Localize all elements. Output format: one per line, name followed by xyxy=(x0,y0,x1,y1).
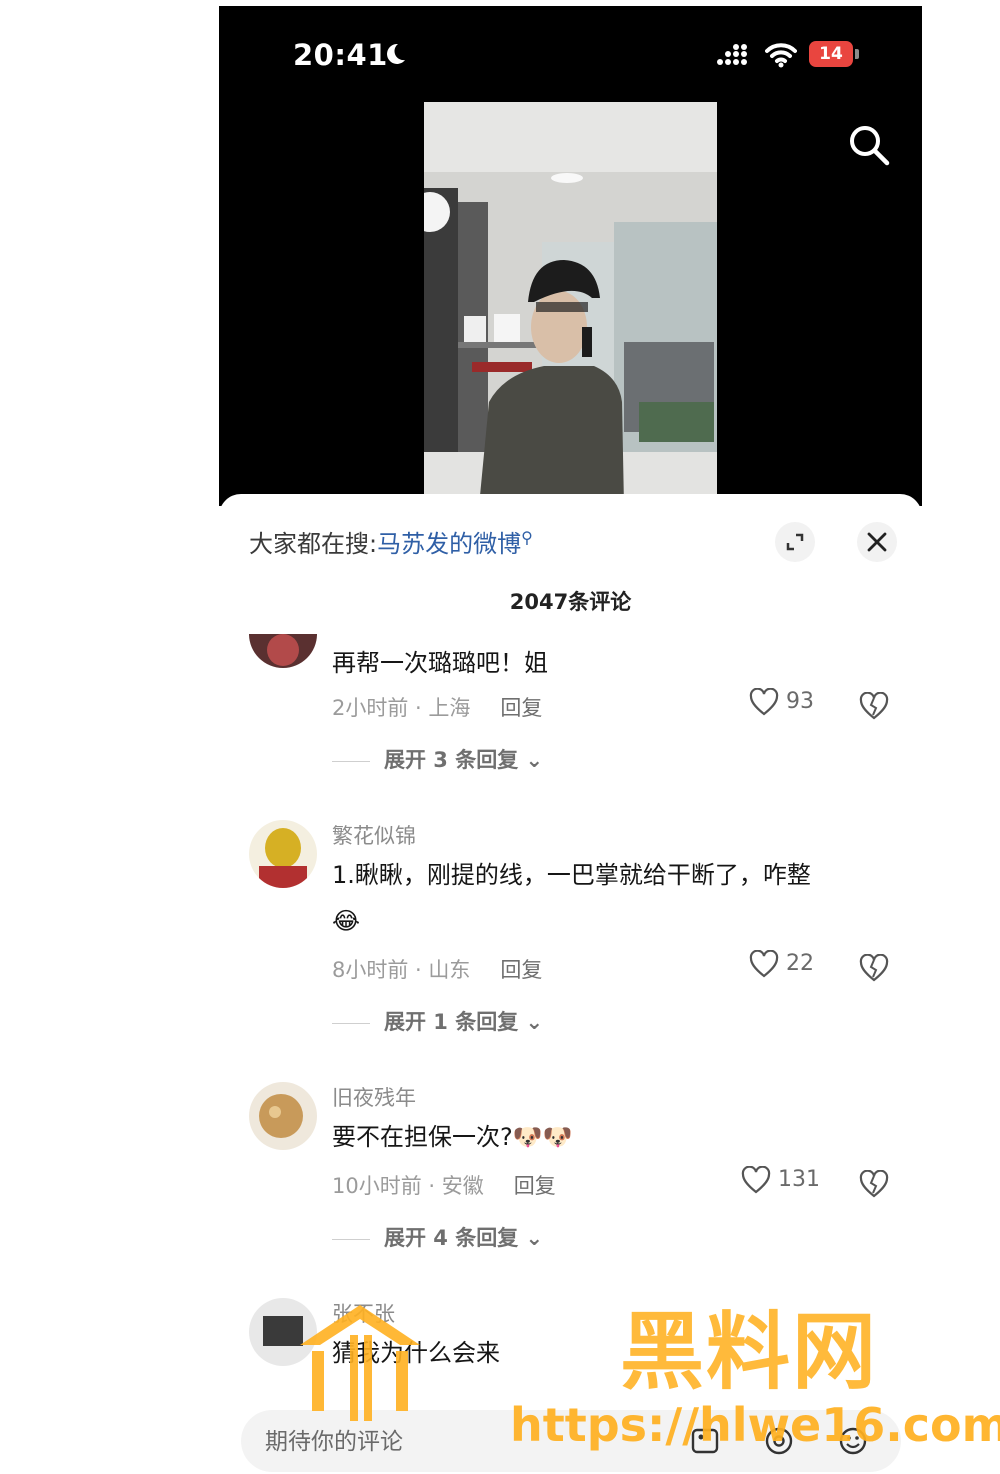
heart-icon xyxy=(749,949,779,978)
dog-emoji: 🐶🐶 xyxy=(512,1123,573,1151)
comment-text-body: 1.瞅瞅，刚提的线，一巴掌就给干断了，咋整 xyxy=(332,861,811,889)
video-player[interactable]: 20:41 14 xyxy=(219,6,922,506)
reply-button[interactable]: 回复 xyxy=(500,696,542,720)
expand-replies-label: 展开 3 条回复 xyxy=(384,748,519,772)
avatar-image xyxy=(249,634,317,668)
avatar-image xyxy=(249,820,317,888)
status-time: 20:41 xyxy=(293,38,388,72)
moon-icon xyxy=(387,43,405,64)
like-button[interactable]: 22 xyxy=(749,949,814,978)
expand-replies-label: 展开 4 条回复 xyxy=(384,1226,519,1250)
avatar[interactable] xyxy=(249,1082,317,1150)
expand-replies-button[interactable]: 展开 3 条回复 ⌄ xyxy=(332,744,543,774)
comment-username[interactable]: 旧夜残年 xyxy=(332,1082,416,1112)
comment-time-location: 10小时前 · 安徽 xyxy=(332,1174,484,1198)
reply-button[interactable]: 回复 xyxy=(514,1174,556,1198)
comment-count: 2047条评论 xyxy=(509,590,632,614)
search-small-icon: ⚲ xyxy=(521,528,533,547)
battery-level: 14 xyxy=(819,44,843,64)
dislike-broken-heart-icon[interactable] xyxy=(859,954,889,982)
heart-icon xyxy=(741,1165,771,1194)
comment-time-location: 2小时前 · 上海 xyxy=(332,696,471,720)
video-still-image xyxy=(424,102,717,506)
close-sheet-button[interactable] xyxy=(857,522,897,562)
video-frame[interactable] xyxy=(424,102,717,506)
dislike-broken-heart-icon[interactable] xyxy=(859,1170,889,1198)
divider-line xyxy=(332,760,370,762)
expand-sheet-button[interactable] xyxy=(775,522,815,562)
dislike-broken-heart-icon[interactable] xyxy=(859,692,889,720)
like-count: 131 xyxy=(778,1167,820,1192)
wifi-icon xyxy=(765,43,797,68)
chevron-down-icon: ⌄ xyxy=(525,1010,544,1034)
comment-username[interactable]: 繁花似锦 xyxy=(332,820,416,850)
cellular-signal-icon xyxy=(717,44,747,65)
phone-screen: 20:41 14 大家都在搜:马苏发的微博⚲ 2047条评论 再帮一次璐璐吧！姐… xyxy=(219,6,922,1474)
avatar[interactable] xyxy=(249,1298,317,1366)
avatar[interactable] xyxy=(249,820,317,888)
comment-text: 要不在担保一次?🐶🐶 xyxy=(332,1114,892,1160)
like-count: 22 xyxy=(786,951,814,976)
divider-line xyxy=(332,1022,370,1024)
expand-replies-button[interactable]: 展开 4 条回复 ⌄ xyxy=(332,1222,543,1252)
comment-text-body: 要不在担保一次? xyxy=(332,1123,513,1151)
hot-search-term[interactable]: 马苏发的微博 xyxy=(377,530,521,558)
hot-search-prefix: 大家都在搜: xyxy=(249,530,378,558)
divider-line xyxy=(332,1238,370,1240)
comment-username[interactable]: 张不张 xyxy=(332,1298,395,1328)
reply-button[interactable]: 回复 xyxy=(500,958,542,982)
like-count: 93 xyxy=(786,689,814,714)
battery-tip xyxy=(855,49,859,59)
chevron-down-icon: ⌄ xyxy=(525,1226,544,1250)
comment-meta: 2小时前 · 上海 回复 xyxy=(332,692,542,722)
comment-list[interactable]: 再帮一次璐璐吧！姐 2小时前 · 上海 回复 93 展开 3 条回复 ⌄ 繁花似… xyxy=(219,634,922,1370)
comment-time-location: 8小时前 · 山东 xyxy=(332,958,471,982)
avatar[interactable] xyxy=(249,634,317,668)
chevron-down-icon: ⌄ xyxy=(525,748,544,772)
expand-replies-label: 展开 1 条回复 xyxy=(384,1010,519,1034)
like-button[interactable]: 93 xyxy=(749,687,814,716)
close-icon xyxy=(867,532,887,552)
comment-meta: 10小时前 · 安徽 回复 xyxy=(332,1170,556,1200)
battery-indicator: 14 xyxy=(809,41,853,67)
heart-icon xyxy=(749,687,779,716)
search-icon[interactable] xyxy=(847,123,891,167)
hot-search-link[interactable]: 大家都在搜:马苏发的微博⚲ xyxy=(249,524,533,559)
watermark-url: https://hlwe16.com xyxy=(510,1398,1000,1452)
laugh-cry-emoji: 😂 xyxy=(332,907,361,935)
comment-meta: 8小时前 · 山东 回复 xyxy=(332,954,542,984)
expand-replies-button[interactable]: 展开 1 条回复 ⌄ xyxy=(332,1006,543,1036)
expand-icon xyxy=(786,533,804,551)
comment-text: 1.瞅瞅，刚提的线，一巴掌就给干断了，咋整 😂 xyxy=(332,852,892,944)
like-button[interactable]: 131 xyxy=(741,1165,820,1194)
avatar-image xyxy=(249,1298,317,1366)
watermark-text: 黑料网 xyxy=(620,1303,879,1401)
avatar-image xyxy=(249,1082,317,1150)
comment-text: 再帮一次璐璐吧！姐 xyxy=(332,649,548,677)
